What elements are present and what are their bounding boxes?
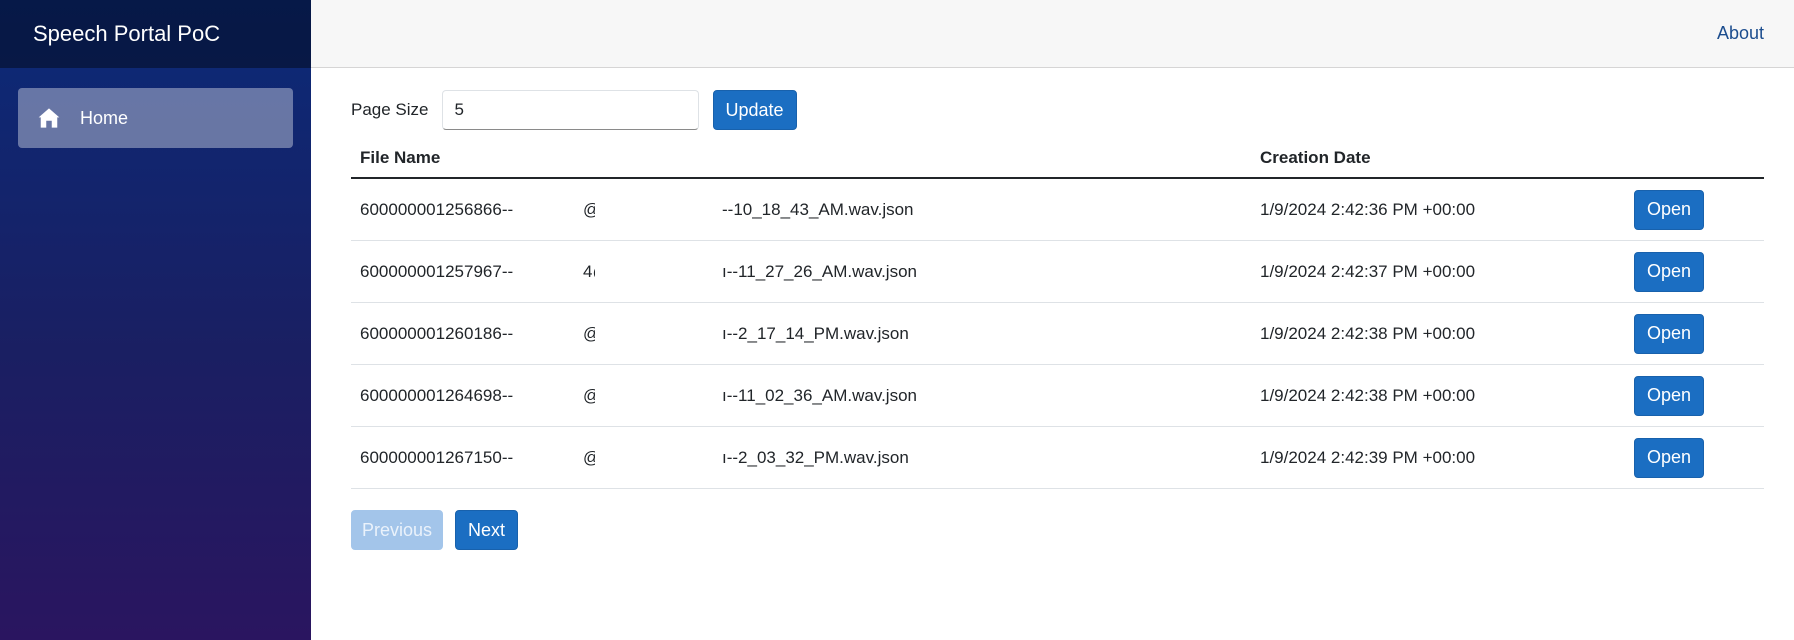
file-name-suffix: ı--2_17_14_PM.wav.json [722, 323, 909, 343]
top-bar: About [311, 0, 1794, 68]
nav-item-home[interactable]: Home [18, 88, 293, 148]
open-button[interactable]: Open [1634, 437, 1704, 478]
nav-menu: Home [0, 68, 311, 168]
file-name-middle: @ [583, 448, 595, 468]
brand-bar: Speech Portal PoC [0, 0, 311, 68]
file-name-middle: 4@ [583, 261, 595, 281]
table-row: 600000001256866-- @ --10_18_43_AM.wav.js… [351, 178, 1764, 241]
creation-date-cell: 1/9/2024 2:42:38 PM +00:00 [1251, 302, 1625, 365]
file-name-middle: @ [583, 386, 595, 406]
header-creation-date: Creation Date [1251, 138, 1625, 179]
open-button[interactable]: Open [1634, 313, 1704, 354]
creation-date-cell: 1/9/2024 2:42:36 PM +00:00 [1251, 178, 1625, 241]
file-name-prefix: 600000001257967-- [360, 261, 514, 281]
file-name-suffix: ı--11_27_26_AM.wav.json [722, 261, 917, 281]
page-size-input[interactable] [441, 90, 699, 130]
update-button[interactable]: Update [712, 90, 797, 130]
file-name-suffix: ı--2_03_32_PM.wav.json [722, 447, 909, 467]
open-button[interactable]: Open [1634, 251, 1704, 292]
home-icon [38, 106, 62, 130]
file-name-middle: @ [583, 324, 595, 344]
previous-button[interactable]: Previous [351, 510, 443, 550]
sidebar: Speech Portal PoC Home [0, 0, 311, 640]
main-content: Page Size Update File Name Creation Date… [351, 68, 1764, 550]
open-button[interactable]: Open [1634, 375, 1704, 416]
actions-cell: Open [1625, 364, 1764, 427]
actions-cell: Open [1625, 178, 1764, 241]
nav-item-home-label: Home [80, 107, 129, 128]
table-row: 600000001267150-- @ ı--2_03_32_PM.wav.js… [351, 426, 1764, 489]
app-title[interactable]: Speech Portal PoC [33, 21, 220, 47]
creation-date-cell: 1/9/2024 2:42:39 PM +00:00 [1251, 426, 1625, 489]
file-name-prefix: 600000001264698-- [360, 385, 514, 405]
table-row: 600000001260186-- @ ı--2_17_14_PM.wav.js… [351, 302, 1764, 365]
table-header-row: File Name Creation Date [351, 138, 1764, 179]
table-row: 600000001264698-- @ ı--11_02_36_AM.wav.j… [351, 364, 1764, 427]
page-size-label: Page Size [351, 100, 429, 119]
file-name-cell: 600000001256866-- @ --10_18_43_AM.wav.js… [351, 178, 1251, 241]
creation-date-cell: 1/9/2024 2:42:38 PM +00:00 [1251, 364, 1625, 427]
next-button[interactable]: Next [455, 510, 518, 550]
actions-cell: Open [1625, 426, 1764, 489]
about-link[interactable]: About [1717, 23, 1764, 44]
creation-date-cell: 1/9/2024 2:42:37 PM +00:00 [1251, 240, 1625, 303]
file-name-middle: @ [583, 200, 595, 220]
file-name-cell: 600000001260186-- @ ı--2_17_14_PM.wav.js… [351, 302, 1251, 365]
header-actions [1625, 138, 1764, 179]
file-name-prefix: 600000001256866-- [360, 199, 514, 219]
page-size-row: Page Size Update [351, 90, 1764, 130]
file-name-prefix: 600000001260186-- [360, 323, 514, 343]
open-button[interactable]: Open [1634, 189, 1704, 230]
file-name-cell: 600000001257967-- 4@ ı--11_27_26_AM.wav.… [351, 240, 1251, 303]
file-name-suffix: ı--11_02_36_AM.wav.json [722, 385, 917, 405]
actions-cell: Open [1625, 302, 1764, 365]
header-file-name: File Name [351, 138, 1251, 179]
file-name-prefix: 600000001267150-- [360, 447, 514, 467]
table-row: 600000001257967-- 4@ ı--11_27_26_AM.wav.… [351, 240, 1764, 303]
pagination: Previous Next [351, 510, 1764, 550]
file-name-cell: 600000001264698-- @ ı--11_02_36_AM.wav.j… [351, 364, 1251, 427]
files-table: File Name Creation Date 600000001256866-… [351, 138, 1764, 489]
file-name-suffix: --10_18_43_AM.wav.json [722, 199, 914, 219]
file-name-cell: 600000001267150-- @ ı--2_03_32_PM.wav.js… [351, 426, 1251, 489]
actions-cell: Open [1625, 240, 1764, 303]
